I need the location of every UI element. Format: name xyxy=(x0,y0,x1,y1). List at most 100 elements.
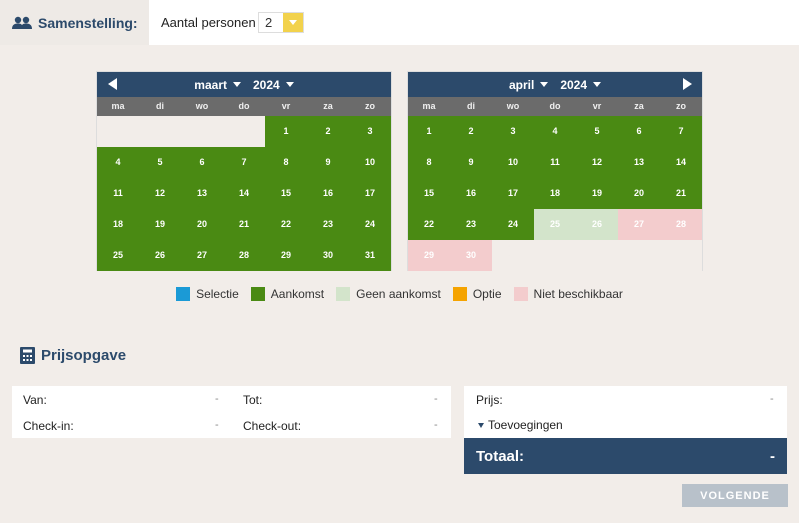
day-cell[interactable]: 5 xyxy=(576,116,618,147)
day-cell[interactable]: 21 xyxy=(660,178,702,209)
prijs-label: Prijs: xyxy=(476,393,503,407)
month-select[interactable]: maart xyxy=(194,78,241,92)
day-cell[interactable]: 9 xyxy=(450,147,492,178)
legend-item: Selectie xyxy=(176,287,239,301)
day-grid: 1 2 3 4 5 6 7 8 9 10 11 12 13 14 15 16 17 18 19 20 21 22 23 24 2… xyxy=(97,116,391,271)
day-cell[interactable]: 16 xyxy=(307,178,349,209)
price-box: Prijs: - Toevoegingen xyxy=(464,386,787,438)
day-cell[interactable]: 28 xyxy=(223,240,265,271)
month-select[interactable]: april xyxy=(509,78,549,92)
day-cell[interactable]: 11 xyxy=(534,147,576,178)
legend-label: Optie xyxy=(472,287,502,301)
empty-day-cell xyxy=(223,116,265,147)
day-cell: 25 xyxy=(534,209,576,240)
day-cell[interactable]: 24 xyxy=(492,209,534,240)
caret-down-icon xyxy=(540,82,549,87)
day-cell[interactable]: 26 xyxy=(139,240,181,271)
day-cell[interactable]: 3 xyxy=(492,116,534,147)
price-header: Prijsopgave xyxy=(20,347,126,364)
day-cell[interactable]: 8 xyxy=(408,147,450,178)
day-cell[interactable]: 1 xyxy=(408,116,450,147)
toevoegingen-toggle[interactable]: Toevoegingen xyxy=(478,418,563,432)
day-cell[interactable]: 20 xyxy=(618,178,660,209)
day-cell[interactable]: 18 xyxy=(534,178,576,209)
day-cell[interactable]: 23 xyxy=(307,209,349,240)
day-cell[interactable]: 18 xyxy=(97,209,139,240)
composition-title: Samenstelling: xyxy=(38,14,138,31)
day-cell[interactable]: 10 xyxy=(349,147,391,178)
day-cell[interactable]: 10 xyxy=(492,147,534,178)
persons-select[interactable]: 2 xyxy=(258,12,304,33)
day-cell[interactable]: 25 xyxy=(97,240,139,271)
day-cell[interactable]: 6 xyxy=(181,147,223,178)
legend-label: Geen aankomst xyxy=(356,287,441,301)
calendar-april: april 2024 ma di wo do vr za zo 1 2 3 4 5 6 7 8 9 10 11 1… xyxy=(407,71,703,271)
calendar-section: maart 2024 ma di wo do vr za zo 1 2 3 4 5 6 7 8 9 10 11 1… xyxy=(0,59,799,315)
day-cell[interactable]: 14 xyxy=(660,147,702,178)
persons-dropdown-button[interactable] xyxy=(283,13,303,32)
weekday-label: ma xyxy=(422,101,436,111)
day-cell[interactable]: 13 xyxy=(618,147,660,178)
day-cell[interactable]: 19 xyxy=(576,178,618,209)
day-cell[interactable]: 22 xyxy=(265,209,307,240)
day-cell[interactable]: 3 xyxy=(349,116,391,147)
day-cell[interactable]: 2 xyxy=(307,116,349,147)
day-cell[interactable]: 8 xyxy=(265,147,307,178)
month-label: maart xyxy=(194,77,227,92)
day-cell[interactable]: 7 xyxy=(223,147,265,178)
tot-label: Tot: xyxy=(243,393,263,407)
day-cell[interactable]: 17 xyxy=(492,178,534,209)
day-cell[interactable]: 21 xyxy=(223,209,265,240)
checkin-value: - xyxy=(215,419,219,431)
day-cell[interactable]: 1 xyxy=(265,116,307,147)
day-cell[interactable]: 31 xyxy=(349,240,391,271)
day-cell[interactable]: 6 xyxy=(618,116,660,147)
next-month-button[interactable] xyxy=(680,76,694,92)
day-cell[interactable]: 15 xyxy=(265,178,307,209)
total-bar: Totaal: - xyxy=(464,438,787,474)
users-icon xyxy=(12,16,32,29)
day-cell: 26 xyxy=(576,209,618,240)
day-cell[interactable]: 19 xyxy=(139,209,181,240)
day-cell[interactable]: 12 xyxy=(576,147,618,178)
day-cell[interactable]: 16 xyxy=(450,178,492,209)
persons-label: Aantal personen xyxy=(161,15,256,30)
day-cell[interactable]: 24 xyxy=(349,209,391,240)
day-cell[interactable]: 9 xyxy=(307,147,349,178)
weekday-label: di xyxy=(467,101,475,111)
legend-label: Selectie xyxy=(196,287,239,301)
day-cell[interactable]: 7 xyxy=(660,116,702,147)
caret-down-icon xyxy=(232,82,241,87)
year-select[interactable]: 2024 xyxy=(560,77,602,92)
day-cell[interactable]: 30 xyxy=(307,240,349,271)
day-cell[interactable]: 29 xyxy=(265,240,307,271)
empty-day-cell xyxy=(492,240,534,271)
day-cell[interactable]: 15 xyxy=(408,178,450,209)
day-cell: 28 xyxy=(660,209,702,240)
weekday-label: vr xyxy=(281,101,291,111)
day-cell[interactable]: 4 xyxy=(534,116,576,147)
van-value: - xyxy=(215,393,219,405)
day-cell[interactable]: 17 xyxy=(349,178,391,209)
calculator-icon xyxy=(20,347,35,364)
day-cell[interactable]: 20 xyxy=(181,209,223,240)
day-cell[interactable]: 12 xyxy=(139,178,181,209)
toevoegingen-label: Toevoegingen xyxy=(488,418,563,432)
day-cell: 29 xyxy=(408,240,450,271)
total-value: - xyxy=(770,447,775,465)
prijs-value: - xyxy=(770,393,774,405)
day-cell[interactable]: 23 xyxy=(450,209,492,240)
next-button[interactable]: VOLGENDE xyxy=(682,484,788,507)
day-cell[interactable]: 2 xyxy=(450,116,492,147)
checkin-label: Check-in: xyxy=(23,419,74,433)
year-label: 2024 xyxy=(560,77,588,92)
day-cell[interactable]: 5 xyxy=(139,147,181,178)
prev-month-button[interactable] xyxy=(105,76,119,92)
day-cell[interactable]: 27 xyxy=(181,240,223,271)
day-cell[interactable]: 4 xyxy=(97,147,139,178)
day-cell[interactable]: 13 xyxy=(181,178,223,209)
day-cell[interactable]: 14 xyxy=(223,178,265,209)
year-select[interactable]: 2024 xyxy=(253,78,294,92)
day-cell[interactable]: 22 xyxy=(408,209,450,240)
day-cell[interactable]: 11 xyxy=(97,178,139,209)
